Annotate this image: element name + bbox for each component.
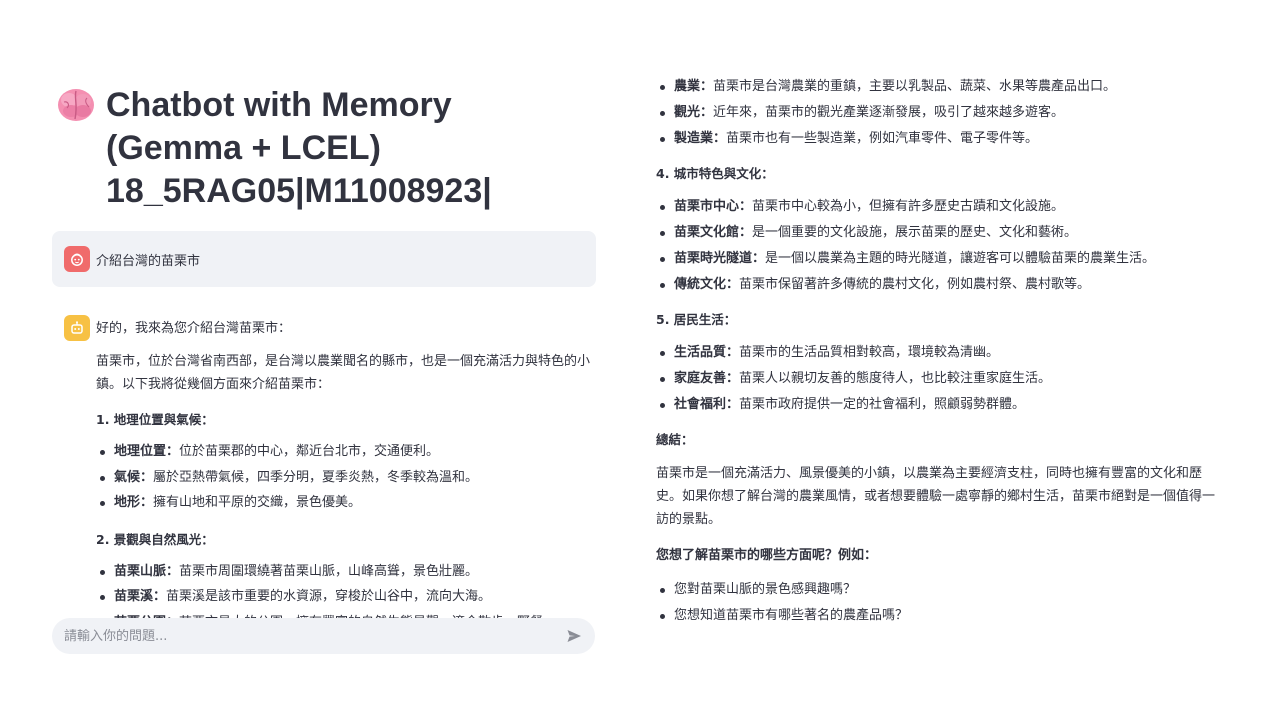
list-item-desc: 是一個以農業為主題的時光隧道，讓遊客可以體驗苗栗的農業生活。 (765, 251, 1156, 266)
list-item: 您對苗栗山脈的景色感興趣嗎？ (656, 577, 1216, 603)
bot-avatar-icon (64, 315, 90, 341)
assistant-message: 好的，我來為您介紹台灣苗栗市： 苗栗市，位於台灣省南西部，是台灣以農業聞名的縣市… (52, 315, 596, 635)
follow-up-question: 您想知道苗栗市有哪些著名的農產品嗎？ (674, 607, 909, 623)
list-item-desc: 苗栗市政府提供一定的社會福利，照顧弱勢群體。 (739, 397, 1026, 412)
list-item-desc: 苗栗市周圍環繞著苗栗山脈，山峰高聳，景色壯麗。 (179, 563, 479, 579)
user-message: 介紹台灣的苗栗市 (52, 231, 596, 287)
send-icon[interactable] (565, 627, 583, 645)
list-item: 觀光：近年來，苗栗市的觀光產業逐漸發展，吸引了越來越多遊客。 (656, 100, 1216, 126)
user-avatar-icon (64, 246, 90, 272)
assistant-message-continued: 農業：苗栗市是台灣農業的重鎮，主要以乳製品、蔬菜、水果等農產品出口。 觀光：近年… (656, 74, 1216, 629)
chat-input-bar (52, 618, 595, 654)
section-heading: 1. 地理位置與氣候： (96, 412, 214, 427)
list-item-term: 苗栗山脈： (114, 563, 180, 579)
follow-up-list: 您對苗栗山脈的景色感興趣嗎？ 您想知道苗栗市有哪些著名的農產品嗎？ (656, 577, 1216, 629)
list-item-desc: 苗栗市是台灣農業的重鎮，主要以乳製品、蔬菜、水果等農產品出口。 (713, 79, 1117, 94)
list-item: 苗栗溪：苗栗溪是該市重要的水資源，穿梭於山谷中，流向大海。 (96, 584, 596, 610)
list-item-desc: 是一個重要的文化設施，展示苗栗的歷史、文化和藝術。 (752, 225, 1078, 240)
section-heading: 2. 景觀與自然風光： (96, 531, 214, 547)
list-item-term: 製造業： (674, 131, 727, 146)
list-item: 地理位置：位於苗栗郡的中心，鄰近台北市，交通便利。 (96, 439, 596, 465)
list-item-term: 社會福利： (674, 397, 740, 412)
list-item-term: 苗栗時光隧道： (674, 251, 766, 266)
list-item-term: 苗栗市中心： (674, 199, 753, 214)
list-item-desc: 苗栗市中心較為小，但擁有許多歷史古蹟和文化設施。 (752, 199, 1065, 214)
list-item-term: 氣候： (114, 469, 154, 485)
list-item-desc: 位於苗栗郡的中心，鄰近台北市，交通便利。 (179, 444, 440, 459)
list-item: 傳統文化：苗栗市保留著許多傳統的農村文化，例如農村祭、農村歌等。 (656, 272, 1216, 298)
list-item: 您想知道苗栗市有哪些著名的農產品嗎？ (656, 603, 1216, 629)
list-item-term: 地理位置： (114, 444, 180, 459)
page-title: Chatbot with Memory (Gemma + LCEL) 18_5R… (52, 84, 596, 213)
left-panel: Chatbot with Memory (Gemma + LCEL) 18_5R… (52, 84, 596, 635)
list-item: 農業：苗栗市是台灣農業的重鎮，主要以乳製品、蔬菜、水果等農產品出口。 (656, 74, 1216, 100)
list-item: 氣候：屬於亞熱帶氣候，四季分明，夏季炎熱，冬季較為溫和。 (96, 465, 596, 491)
list-item-term: 傳統文化： (674, 277, 740, 292)
list-item-term: 苗栗文化館： (674, 225, 753, 240)
section-list: 苗栗市中心：苗栗市中心較為小，但擁有許多歷史古蹟和文化設施。 苗栗文化館：是一個… (656, 194, 1216, 298)
list-item-term: 苗栗溪： (114, 589, 167, 604)
summary-heading: 總結： (656, 432, 694, 447)
assistant-message-body: 好的，我來為您介紹台灣苗栗市： 苗栗市，位於台灣省南西部，是台灣以農業聞名的縣市… (96, 315, 596, 635)
list-item-desc: 屬於亞熱帶氣候，四季分明，夏季炎熱，冬季較為溫和。 (153, 469, 479, 485)
list-item: 苗栗時光隧道：是一個以農業為主題的時光隧道，讓遊客可以體驗苗栗的農業生活。 (656, 246, 1216, 272)
list-item-term: 地形： (114, 495, 154, 510)
list-item: 製造業：苗栗市也有一些製造業，例如汽車零件、電子零件等。 (656, 126, 1216, 152)
list-item-term: 家庭友善： (674, 371, 740, 386)
section-heading: 4. 城市特色與文化： (656, 166, 774, 181)
list-item-desc: 苗栗市也有一些製造業，例如汽車零件、電子零件等。 (726, 131, 1039, 146)
list-item: 苗栗文化館：是一個重要的文化設施，展示苗栗的歷史、文化和藝術。 (656, 220, 1216, 246)
page-title-text: Chatbot with Memory (Gemma + LCEL) 18_5R… (106, 86, 492, 210)
list-item-term: 觀光： (674, 105, 714, 120)
list-item: 社會福利：苗栗市政府提供一定的社會福利，照顧弱勢群體。 (656, 392, 1216, 418)
section-list: 生活品質：苗栗市的生活品質相對較高，環境較為清幽。 家庭友善：苗栗人以親切友善的… (656, 340, 1216, 418)
list-item: 家庭友善：苗栗人以親切友善的態度待人，也比較注重家庭生活。 (656, 366, 1216, 392)
brain-icon (58, 89, 94, 121)
assistant-greeting: 好的，我來為您介紹台灣苗栗市： (96, 321, 292, 336)
list-item: 地形：擁有山地和平原的交織，景色優美。 (96, 490, 596, 516)
section-list: 地理位置：位於苗栗郡的中心，鄰近台北市，交通便利。 氣候：屬於亞熱帶氣候，四季分… (96, 439, 596, 516)
summary-text: 苗栗市是一個充滿活力、風景優美的小鎮，以農業為主要經濟支柱，同時也擁有豐富的文化… (656, 466, 1216, 527)
list-item-desc: 苗栗市保留著許多傳統的農村文化，例如農村祭、農村歌等。 (739, 277, 1091, 292)
section-heading: 5. 居民生活： (656, 312, 737, 327)
follow-up-heading: 您想了解苗栗市的哪些方面呢？例如： (656, 548, 878, 563)
list-item-desc: 苗栗人以親切友善的態度待人，也比較注重家庭生活。 (739, 371, 1052, 386)
list-item-desc: 擁有山地和平原的交織，景色優美。 (153, 495, 362, 510)
section-list: 農業：苗栗市是台灣農業的重鎮，主要以乳製品、蔬菜、水果等農產品出口。 觀光：近年… (656, 74, 1216, 152)
list-item-desc: 苗栗市的生活品質相對較高，環境較為清幽。 (739, 345, 1000, 360)
user-message-text: 介紹台灣的苗栗市 (96, 253, 201, 269)
list-item: 苗栗山脈：苗栗市周圍環繞著苗栗山脈，山峰高聳，景色壯麗。 (96, 559, 596, 585)
assistant-intro: 苗栗市，位於台灣省南西部，是台灣以農業聞名的縣市，也是一個充滿活力與特色的小鎮。… (96, 354, 591, 392)
chat-input[interactable] (64, 628, 565, 644)
list-item-desc: 苗栗溪是該市重要的水資源，穿梭於山谷中，流向大海。 (166, 589, 492, 604)
list-item: 苗栗市中心：苗栗市中心較為小，但擁有許多歷史古蹟和文化設施。 (656, 194, 1216, 220)
list-item-term: 農業： (674, 79, 714, 94)
follow-up-question: 您對苗栗山脈的景色感興趣嗎？ (674, 581, 857, 597)
list-item-term: 生活品質： (674, 345, 740, 360)
list-item: 生活品質：苗栗市的生活品質相對較高，環境較為清幽。 (656, 340, 1216, 366)
list-item-desc: 近年來，苗栗市的觀光產業逐漸發展，吸引了越來越多遊客。 (713, 105, 1065, 120)
